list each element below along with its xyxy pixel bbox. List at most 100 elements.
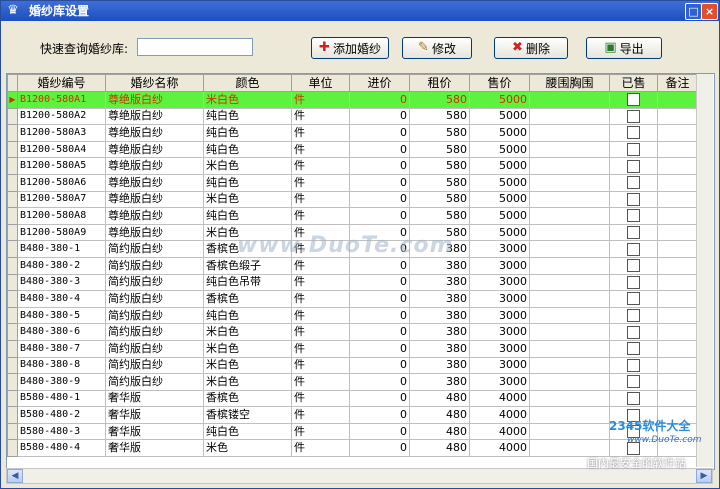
sold-checkbox[interactable] <box>627 93 640 107</box>
cell-note[interactable] <box>657 389 698 408</box>
cell-unit[interactable]: 件 <box>291 422 350 441</box>
cell-color[interactable]: 米色 <box>203 439 292 458</box>
cell-color[interactable]: 米白色 <box>203 356 292 375</box>
cell-id[interactable]: B1200-580A2 <box>17 107 106 126</box>
cell-price[interactable]: 3000 <box>469 339 530 358</box>
cell-waist[interactable] <box>529 107 610 126</box>
cell-cost[interactable]: 0 <box>349 356 410 375</box>
cell-name[interactable]: 简约版白纱 <box>105 306 204 325</box>
cell-id[interactable]: B480-380-7 <box>17 339 106 358</box>
delete-button[interactable]: ✖ 删除 <box>494 37 568 59</box>
cell-unit[interactable]: 件 <box>291 323 350 341</box>
cell-rent[interactable]: 480 <box>409 389 470 408</box>
cell-id[interactable]: B480-380-8 <box>17 356 106 375</box>
cell-color[interactable]: 香槟色缎子 <box>203 256 292 275</box>
cell-unit[interactable]: 件 <box>291 290 350 308</box>
cell-rent[interactable]: 580 <box>409 173 470 192</box>
cell-cost[interactable]: 0 <box>349 306 410 325</box>
cell-unit[interactable]: 件 <box>291 157 350 175</box>
row-indicator[interactable] <box>7 422 18 441</box>
cell-rent[interactable]: 380 <box>409 356 470 375</box>
cell-waist[interactable] <box>529 240 610 258</box>
add-dress-button[interactable]: ✚ 添加婚纱 <box>311 37 389 59</box>
cell-name[interactable]: 尊绝版白纱 <box>105 207 204 225</box>
row-indicator[interactable] <box>7 140 18 159</box>
cell-rent[interactable]: 380 <box>409 306 470 325</box>
row-indicator[interactable] <box>7 124 18 142</box>
cell-note[interactable] <box>657 107 698 126</box>
cell-waist[interactable] <box>529 389 610 408</box>
cell-rent[interactable]: 480 <box>409 406 470 424</box>
sold-checkbox[interactable] <box>627 375 640 389</box>
cell-name[interactable]: 尊绝版白纱 <box>105 124 204 142</box>
row-indicator[interactable] <box>7 173 18 192</box>
cell-id[interactable]: B580-480-2 <box>17 406 106 424</box>
cell-unit[interactable]: 件 <box>291 339 350 358</box>
cell-price[interactable]: 5000 <box>469 157 530 175</box>
row-indicator[interactable] <box>7 190 18 209</box>
table-row[interactable]: B480-380-8 简约版白纱 米白色件 0 380 3000 <box>7 356 698 375</box>
cell-rent[interactable]: 380 <box>409 373 470 391</box>
column-header[interactable]: 婚纱名称 <box>105 74 204 92</box>
sold-checkbox[interactable] <box>627 325 640 339</box>
cell-name[interactable]: 简约版白纱 <box>105 323 204 341</box>
cell-rent[interactable]: 580 <box>409 91 470 109</box>
table-row[interactable]: B480-380-6 简约版白纱 米白色件 0 380 3000 <box>7 323 698 341</box>
cell-waist[interactable] <box>529 306 610 325</box>
cell-unit[interactable]: 件 <box>291 306 350 325</box>
cell-cost[interactable]: 0 <box>349 107 410 126</box>
cell-id[interactable]: B480-380-2 <box>17 256 106 275</box>
cell-note[interactable] <box>657 290 698 308</box>
sold-checkbox[interactable] <box>627 242 640 256</box>
cell-unit[interactable]: 件 <box>291 190 350 209</box>
cell-price[interactable]: 5000 <box>469 140 530 159</box>
table-row[interactable]: B1200-580A3 尊绝版白纱 纯白色件 0 580 5000 <box>7 124 698 142</box>
cell-unit[interactable]: 件 <box>291 389 350 408</box>
row-indicator[interactable] <box>7 306 18 325</box>
cell-waist[interactable] <box>529 157 610 175</box>
cell-price[interactable]: 5000 <box>469 124 530 142</box>
cell-note[interactable] <box>657 190 698 209</box>
column-header[interactable]: 已售 <box>609 74 658 92</box>
cell-cost[interactable]: 0 <box>349 439 410 458</box>
cell-unit[interactable]: 件 <box>291 107 350 126</box>
cell-id[interactable]: B1200-580A9 <box>17 223 106 242</box>
cell-rent[interactable]: 580 <box>409 124 470 142</box>
cell-id[interactable]: B1200-580A7 <box>17 190 106 209</box>
cell-id[interactable]: B1200-580A5 <box>17 157 106 175</box>
cell-unit[interactable]: 件 <box>291 91 350 109</box>
sold-checkbox[interactable] <box>627 391 640 405</box>
cell-price[interactable]: 3000 <box>469 323 530 341</box>
column-header[interactable]: 备注 <box>657 74 698 92</box>
cell-cost[interactable]: 0 <box>349 140 410 159</box>
cell-color[interactable]: 米白色 <box>203 373 292 391</box>
sold-checkbox[interactable] <box>627 292 640 306</box>
cell-id[interactable]: B480-380-5 <box>17 306 106 325</box>
cell-cost[interactable]: 0 <box>349 323 410 341</box>
cell-rent[interactable]: 480 <box>409 422 470 441</box>
cell-price[interactable]: 3000 <box>469 290 530 308</box>
maximize-button[interactable]: □ <box>685 3 702 20</box>
cell-rent[interactable]: 580 <box>409 157 470 175</box>
cell-waist[interactable] <box>529 290 610 308</box>
cell-waist[interactable] <box>529 273 610 292</box>
sold-checkbox[interactable] <box>627 192 640 206</box>
row-indicator[interactable] <box>7 356 18 375</box>
cell-waist[interactable] <box>529 339 610 358</box>
cell-note[interactable] <box>657 240 698 258</box>
cell-waist[interactable] <box>529 140 610 159</box>
cell-id[interactable]: B480-380-9 <box>17 373 106 391</box>
cell-rent[interactable]: 380 <box>409 323 470 341</box>
cell-unit[interactable]: 件 <box>291 439 350 458</box>
cell-id[interactable]: B580-480-4 <box>17 439 106 458</box>
cell-color[interactable]: 纯白色 <box>203 124 292 142</box>
cell-color[interactable]: 纯白色 <box>203 207 292 225</box>
row-indicator[interactable] <box>7 323 18 341</box>
table-row[interactable]: B1200-580A5 尊绝版白纱 米白色件 0 580 5000 <box>7 157 698 175</box>
sold-checkbox[interactable] <box>627 275 640 289</box>
cell-cost[interactable]: 0 <box>349 422 410 441</box>
cell-name[interactable]: 尊绝版白纱 <box>105 157 204 175</box>
cell-waist[interactable] <box>529 373 610 391</box>
table-row[interactable]: B1200-580A8 尊绝版白纱 纯白色件 0 580 5000 <box>7 207 698 225</box>
cell-cost[interactable]: 0 <box>349 190 410 209</box>
